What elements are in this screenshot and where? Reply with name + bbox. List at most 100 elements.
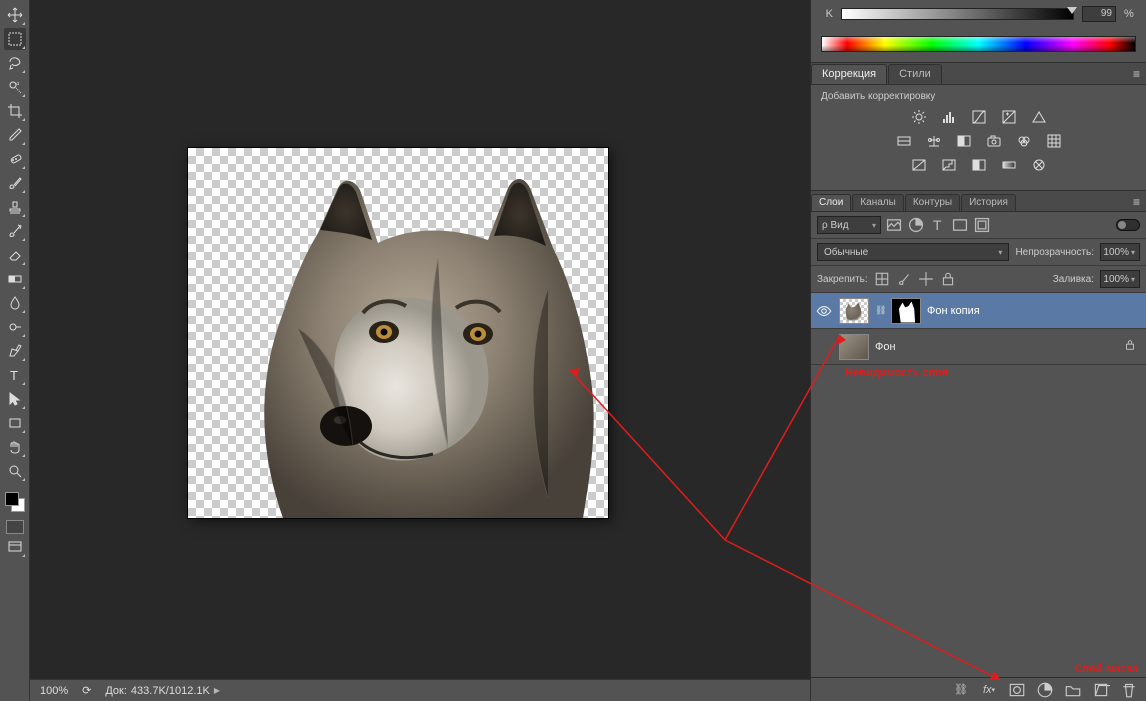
gradient-map-icon[interactable] [999,156,1019,174]
tab-layers[interactable]: Слои [811,194,851,211]
channel-mixer-icon[interactable] [1014,132,1034,150]
layer-thumbnail[interactable] [839,298,869,324]
healing-tool[interactable] [4,148,26,170]
lasso-tool[interactable] [4,52,26,74]
filter-type-icon[interactable]: T [929,216,947,234]
exposure-icon[interactable] [999,108,1019,126]
hue-icon[interactable] [894,132,914,150]
filter-pixel-icon[interactable] [885,216,903,234]
color-balance-icon[interactable] [924,132,944,150]
filter-smart-icon[interactable] [973,216,991,234]
svg-text:T: T [10,368,18,383]
doc-info-menu-arrow[interactable]: ▶ [214,686,219,695]
path-select-tool[interactable] [4,388,26,410]
tab-history[interactable]: История [961,194,1016,211]
fill-label: Заливка: [1053,274,1094,285]
quick-select-tool[interactable] [4,76,26,98]
link-layers-icon[interactable]: ⛓ [952,681,970,699]
selective-color-icon[interactable] [1029,156,1049,174]
wolf-image [188,148,608,518]
k-value[interactable]: 99 [1082,6,1116,22]
tab-styles[interactable]: Стили [888,64,942,84]
filter-shape-icon[interactable] [951,216,969,234]
stamp-tool[interactable] [4,196,26,218]
filter-adjust-icon[interactable] [907,216,925,234]
lock-brush-icon[interactable] [896,271,912,287]
screen-mode-toggle[interactable] [4,536,26,558]
lock-position-icon[interactable] [918,271,934,287]
photo-filter-icon[interactable] [984,132,1004,150]
pen-tool[interactable] [4,340,26,362]
threshold-icon[interactable] [969,156,989,174]
visibility-eye-icon[interactable] [815,302,833,320]
layers-footer: ⛓ fx▾ [811,677,1146,701]
posterize-icon[interactable] [939,156,959,174]
lock-all-icon[interactable] [940,271,956,287]
color-swatches[interactable] [3,490,27,514]
delete-layer-icon[interactable] [1120,681,1138,699]
layers-panel-menu[interactable]: ≡ [1133,195,1140,209]
lock-icon [1124,339,1136,354]
color-spectrum[interactable] [821,36,1136,52]
k-pct: % [1124,8,1136,20]
history-brush-tool[interactable] [4,220,26,242]
color-panel: K 99 % [811,0,1146,56]
blend-opacity-row: Обычные▾ Непрозрачность: 100%▾ [811,239,1146,266]
fx-icon[interactable]: fx▾ [980,681,998,699]
layer-filter-dropdown[interactable]: ρ Вид▾ [817,216,881,234]
layer-list: ⛓ Фон копия Фон Невидимость слоя [811,293,1146,379]
blur-tool[interactable] [4,292,26,314]
tab-channels[interactable]: Каналы [852,194,904,211]
tab-correction[interactable]: Коррекция [811,64,887,84]
foreground-color-swatch[interactable] [5,492,19,506]
adjustments-panel-menu[interactable]: ≡ [1133,67,1140,81]
quick-mask-toggle[interactable] [6,520,24,534]
document-canvas[interactable] [188,148,608,518]
tab-paths[interactable]: Контуры [905,194,960,211]
curves-icon[interactable] [969,108,989,126]
crop-tool[interactable] [4,100,26,122]
eraser-tool[interactable] [4,244,26,266]
layer-row-copy[interactable]: ⛓ Фон копия [811,293,1146,329]
add-mask-icon[interactable] [1008,681,1026,699]
canvas-area[interactable] [30,0,810,679]
type-tool[interactable]: T [4,364,26,386]
gradient-tool[interactable] [4,268,26,290]
levels-icon[interactable] [939,108,959,126]
zoom-tool[interactable] [4,460,26,482]
marquee-tool[interactable] [4,28,26,50]
new-layer-icon[interactable] [1092,681,1110,699]
blend-mode-dropdown[interactable]: Обычные▾ [817,243,1009,261]
hand-tool[interactable] [4,436,26,458]
shape-tool[interactable] [4,412,26,434]
invert-icon[interactable] [909,156,929,174]
vibrance-icon[interactable] [1029,108,1049,126]
eyedropper-tool[interactable] [4,124,26,146]
new-adjustment-icon[interactable] [1036,681,1054,699]
new-group-icon[interactable] [1064,681,1082,699]
status-bar: 100% ⟳ Док: 433.7K/1012.1K ▶ [30,679,810,701]
move-tool[interactable] [4,4,26,26]
opacity-value[interactable]: 100%▾ [1100,243,1140,261]
brightness-icon[interactable] [909,108,929,126]
layer-row-background[interactable]: Фон [811,329,1146,365]
visibility-empty-icon[interactable] [815,338,833,356]
color-lookup-icon[interactable] [1044,132,1064,150]
brush-tool[interactable] [4,172,26,194]
k-slider[interactable] [841,8,1074,20]
doc-info-value: 433.7K/1012.1K [131,685,210,697]
black-white-icon[interactable] [954,132,974,150]
layer-mask-thumbnail[interactable] [891,298,921,324]
layer-filter-toggle[interactable] [1116,219,1140,231]
zoom-level[interactable]: 100% [40,685,68,697]
rotate-view-icon[interactable]: ⟳ [82,684,91,697]
dodge-tool[interactable] [4,316,26,338]
right-panels: K 99 % Коррекция Стили ≡ Добавить коррек… [810,0,1146,701]
layer-name[interactable]: Фон [875,341,896,353]
mask-link-icon[interactable]: ⛓ [875,305,885,316]
layer-thumbnail[interactable] [839,334,869,360]
adjustments-tabbar: Коррекция Стили ≡ [811,63,1146,85]
fill-value[interactable]: 100%▾ [1100,270,1140,288]
layer-name[interactable]: Фон копия [927,305,980,317]
lock-pixels-icon[interactable] [874,271,890,287]
